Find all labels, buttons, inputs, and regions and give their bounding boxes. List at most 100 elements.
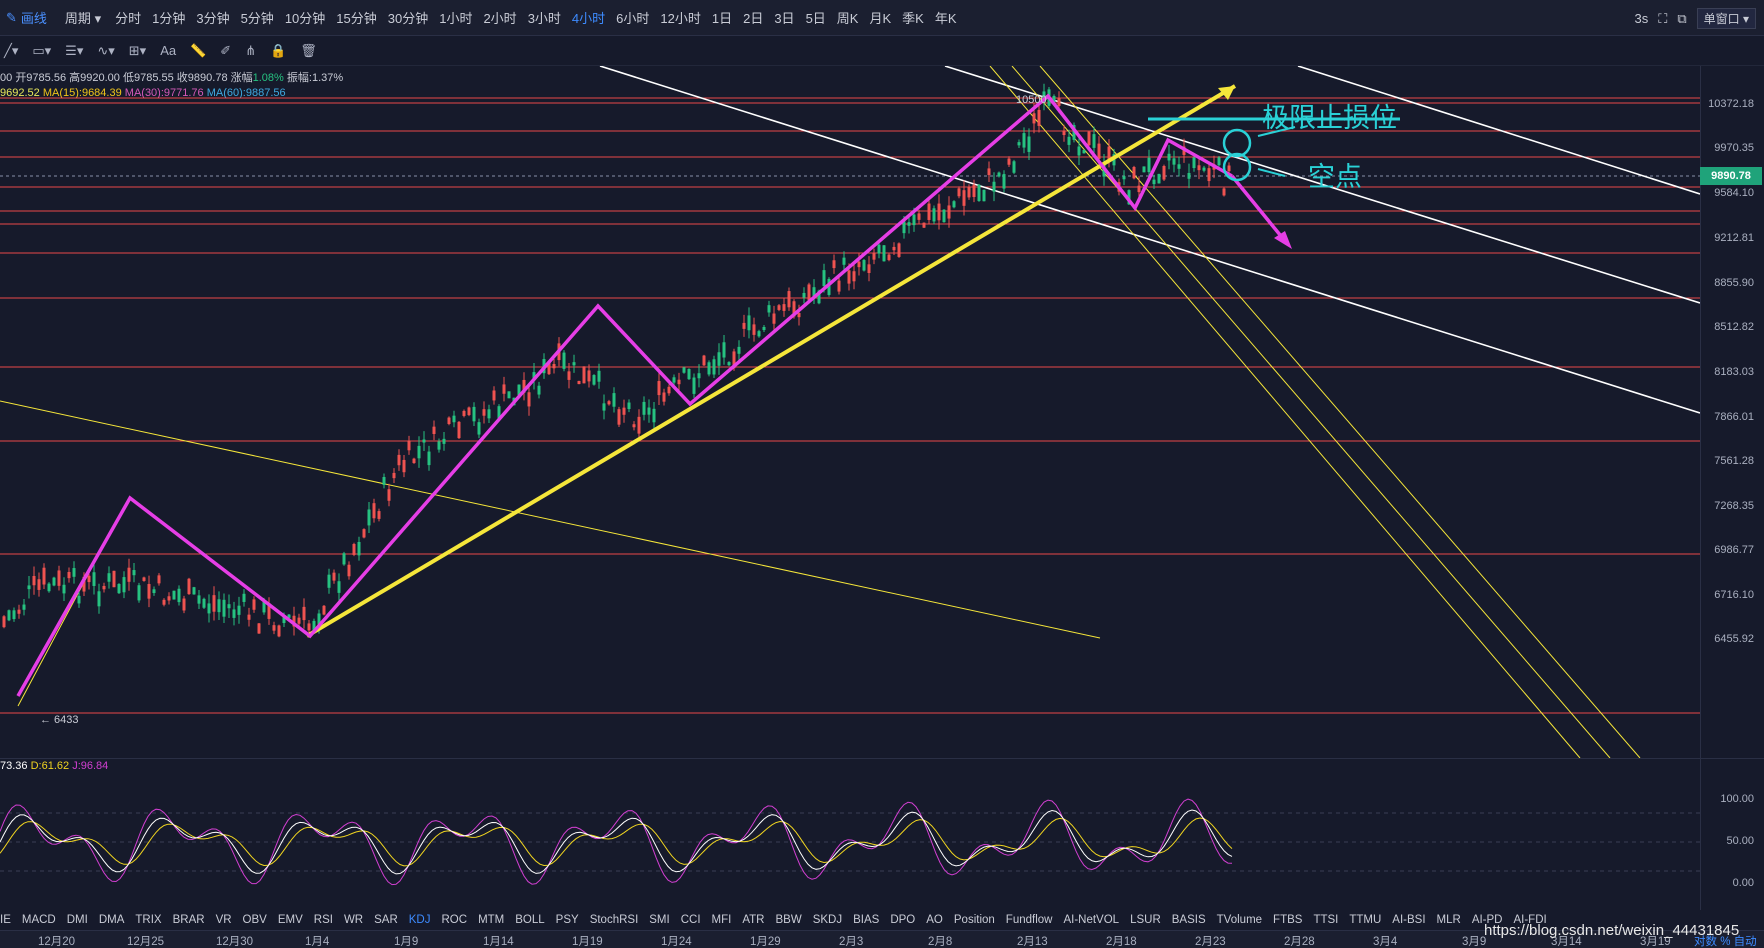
period-item[interactable]: 2小时 xyxy=(483,8,516,27)
indicator-tab[interactable]: AO xyxy=(926,914,943,926)
indicator-tab[interactable]: ATR xyxy=(742,914,764,926)
candle-body xyxy=(1197,165,1201,171)
indicator-tab[interactable]: ROC xyxy=(442,914,468,926)
indicator-tab[interactable]: AI-BSI xyxy=(1392,914,1425,926)
period-item[interactable]: 15分钟 xyxy=(336,8,376,27)
period-item[interactable]: 年K xyxy=(935,8,957,27)
indicator-tab[interactable]: KDJ xyxy=(409,914,431,926)
period-item[interactable]: 5日 xyxy=(806,8,826,27)
indicator-tab[interactable]: DMI xyxy=(67,914,88,926)
candle-body xyxy=(52,577,56,586)
candle-body xyxy=(602,403,606,411)
expand-icon[interactable]: ⛶ xyxy=(1658,11,1667,27)
indicator-tab[interactable]: BASIS xyxy=(1172,914,1206,926)
candle-body xyxy=(62,584,66,594)
candlestick-chart[interactable] xyxy=(0,65,1701,759)
period-item[interactable]: 10分钟 xyxy=(285,8,325,27)
period-item[interactable]: 5分钟 xyxy=(241,8,274,27)
indicator-tab[interactable]: TRIX xyxy=(135,914,161,926)
period-item[interactable]: 4小时 xyxy=(572,8,605,27)
brush-icon[interactable]: ✐ xyxy=(220,43,231,59)
kdj-panel[interactable] xyxy=(0,758,1700,910)
candle-body xyxy=(427,451,431,466)
single-window-button[interactable]: 单窗口 ▾ xyxy=(1696,8,1756,29)
period-item[interactable]: 2日 xyxy=(743,8,763,27)
indicator-tab[interactable]: WR xyxy=(344,914,363,926)
period-item[interactable]: 30分钟 xyxy=(388,8,428,27)
screenshot-icon[interactable]: ⧉ xyxy=(1677,11,1686,27)
indicator-tab[interactable]: SKDJ xyxy=(813,914,842,926)
short-point-pointer xyxy=(1257,168,1286,177)
indicator-tab[interactable]: DMA xyxy=(99,914,125,926)
candle-body xyxy=(687,369,691,380)
single-window-label: 单窗口 xyxy=(1703,12,1740,26)
candle-body xyxy=(237,605,241,615)
indicator-tab[interactable]: LSUR xyxy=(1130,914,1161,926)
cursor-icon[interactable]: ╱▾ xyxy=(4,43,18,59)
indicator-tab[interactable]: TTMU xyxy=(1349,914,1381,926)
period-dropdown[interactable]: 周期 ▾ xyxy=(65,8,101,27)
trash-icon[interactable]: 🗑 xyxy=(300,43,317,59)
indicator-tab[interactable]: RSI xyxy=(314,914,333,926)
indicator-tab[interactable]: VR xyxy=(216,914,232,926)
indicator-tab[interactable]: BBW xyxy=(776,914,802,926)
period-item[interactable]: 3小时 xyxy=(528,8,561,27)
indicator-tab[interactable]: DPO xyxy=(890,914,915,926)
indicator-tab[interactable]: SMI xyxy=(649,914,669,926)
indicator-tab[interactable]: Position xyxy=(954,914,995,926)
indicator-tab[interactable]: IE xyxy=(0,914,11,926)
price-tick: 10372.18 xyxy=(1708,98,1754,110)
indicator-tab[interactable]: SAR xyxy=(374,914,398,926)
period-item[interactable]: 6小时 xyxy=(616,8,649,27)
lock-icon[interactable]: 🔒 xyxy=(270,43,286,59)
period-item[interactable]: 季K xyxy=(902,8,924,27)
draw-tool-button[interactable]: ✎ 画线 xyxy=(6,8,47,27)
period-item[interactable]: 1分钟 xyxy=(152,8,185,27)
indicator-tab[interactable]: BIAS xyxy=(853,914,879,926)
period-item[interactable]: 3日 xyxy=(774,8,794,27)
period-item[interactable]: 12小时 xyxy=(660,8,700,27)
candle-body xyxy=(277,625,281,637)
date-tick: 12月30 xyxy=(216,936,254,948)
indicator-tab[interactable]: FTBS xyxy=(1273,914,1302,926)
indicator-tab[interactable]: AI-NetVOL xyxy=(1063,914,1119,926)
period-item[interactable]: 月K xyxy=(869,8,891,27)
text-tool[interactable]: Aa xyxy=(160,43,176,58)
magnet-icon[interactable]: ⋔ xyxy=(245,43,256,59)
indicator-tab[interactable]: BRAR xyxy=(173,914,205,926)
rectangle-icon[interactable]: ▭▾ xyxy=(32,43,51,59)
candle-body xyxy=(12,610,16,620)
grid-icon[interactable]: ⊞▾ xyxy=(129,43,146,59)
indicator-tab[interactable]: Fundflow xyxy=(1006,914,1053,926)
indicator-tab[interactable]: MACD xyxy=(22,914,56,926)
indicator-tab[interactable]: StochRSI xyxy=(590,914,639,926)
candle-body xyxy=(117,583,121,594)
candle-body xyxy=(1227,165,1231,172)
indicator-tab[interactable]: OBV xyxy=(243,914,267,926)
period-item[interactable]: 周K xyxy=(837,8,859,27)
ruler-icon[interactable]: 📏 xyxy=(190,43,206,59)
period-item[interactable]: 1日 xyxy=(712,8,732,27)
candle-body xyxy=(567,371,571,380)
indicator-tab[interactable]: MLR xyxy=(1437,914,1461,926)
indicator-tab[interactable]: CCI xyxy=(681,914,701,926)
refresh-interval[interactable]: 3s xyxy=(1634,11,1648,26)
indicator-tab[interactable]: EMV xyxy=(278,914,303,926)
indicator-tab[interactable]: MTM xyxy=(478,914,504,926)
indicator-tab[interactable]: TVolume xyxy=(1217,914,1262,926)
lines-icon[interactable]: ☰▾ xyxy=(65,43,83,59)
indicator-tab[interactable]: MFI xyxy=(712,914,732,926)
candle-body xyxy=(42,567,46,585)
candle-body xyxy=(877,244,881,254)
period-item[interactable]: 分时 xyxy=(115,8,141,27)
date-tick: 2月8 xyxy=(928,936,953,948)
period-item[interactable]: 3分钟 xyxy=(196,8,229,27)
period-item[interactable]: 1小时 xyxy=(439,8,472,27)
wave-icon[interactable]: ∿▾ xyxy=(97,43,114,59)
indicator-tab[interactable]: PSY xyxy=(556,914,579,926)
candle-body xyxy=(942,209,946,223)
kdj-d-value: D:61.62 xyxy=(30,760,70,772)
indicator-tab[interactable]: TTSI xyxy=(1313,914,1338,926)
indicator-tab[interactable]: BOLL xyxy=(515,914,544,926)
candle-body xyxy=(892,246,896,251)
